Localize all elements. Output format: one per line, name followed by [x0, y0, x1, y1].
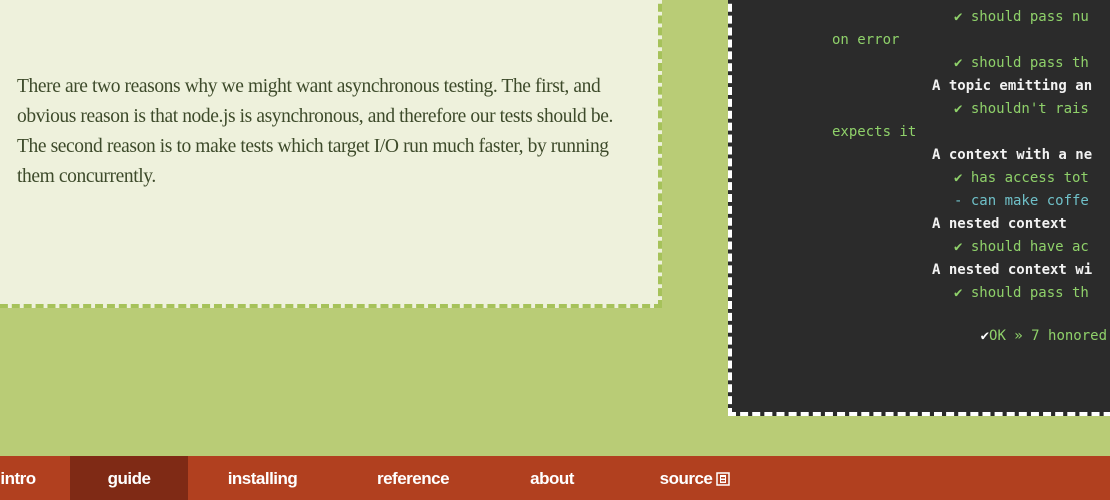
terminal-line: expects it	[832, 124, 917, 140]
terminal-line: - can make coffe	[954, 193, 1089, 209]
terminal-line: A nested context wi	[932, 262, 1093, 278]
terminal-line: A topic emitting an	[932, 78, 1093, 94]
nav-item-reference[interactable]: reference	[352, 456, 474, 500]
external-link-icon	[716, 472, 731, 486]
terminal-line: on error	[832, 32, 900, 48]
prose-panel: — · There are two reasons why we might w…	[0, 0, 662, 308]
terminal-output-panel: ✔ should pass nu on error ✔ should pass …	[728, 0, 1110, 416]
nav-item-source-label: source	[659, 469, 713, 488]
nav-item-about[interactable]: about	[500, 456, 604, 500]
nav-item-intro[interactable]: intro	[0, 456, 48, 500]
terminal-line: ✔ should pass th	[954, 285, 1089, 301]
terminal-line: ✔ shouldn't rais	[954, 101, 1089, 117]
terminal-line: A nested context	[932, 216, 1067, 232]
page: — · There are two reasons why we might w…	[0, 0, 1110, 500]
bottom-nav: intro guide installing reference about s…	[0, 456, 1110, 500]
terminal-line: ✔ should pass nu	[954, 9, 1089, 25]
check-icon: ✔	[980, 328, 990, 344]
terminal-line: ✔ should have ac	[954, 239, 1089, 255]
terminal-line: ✔ has access tot	[954, 170, 1089, 186]
nav-item-source[interactable]: source	[635, 456, 755, 500]
terminal-line: ✔ should pass th	[954, 55, 1089, 71]
nav-item-installing[interactable]: installing	[205, 456, 320, 500]
prose-paragraph: There are two reasons why we might want …	[17, 76, 613, 187]
terminal-line: A context with a ne	[932, 147, 1093, 163]
terminal-summary-text: OK » 7 honored -	[989, 328, 1108, 344]
terminal-summary-line: ✔OK » 7 honored -	[930, 306, 1110, 344]
nav-item-guide[interactable]: guide	[70, 456, 188, 500]
section-heading-clipped: — ·	[172, 0, 472, 8]
